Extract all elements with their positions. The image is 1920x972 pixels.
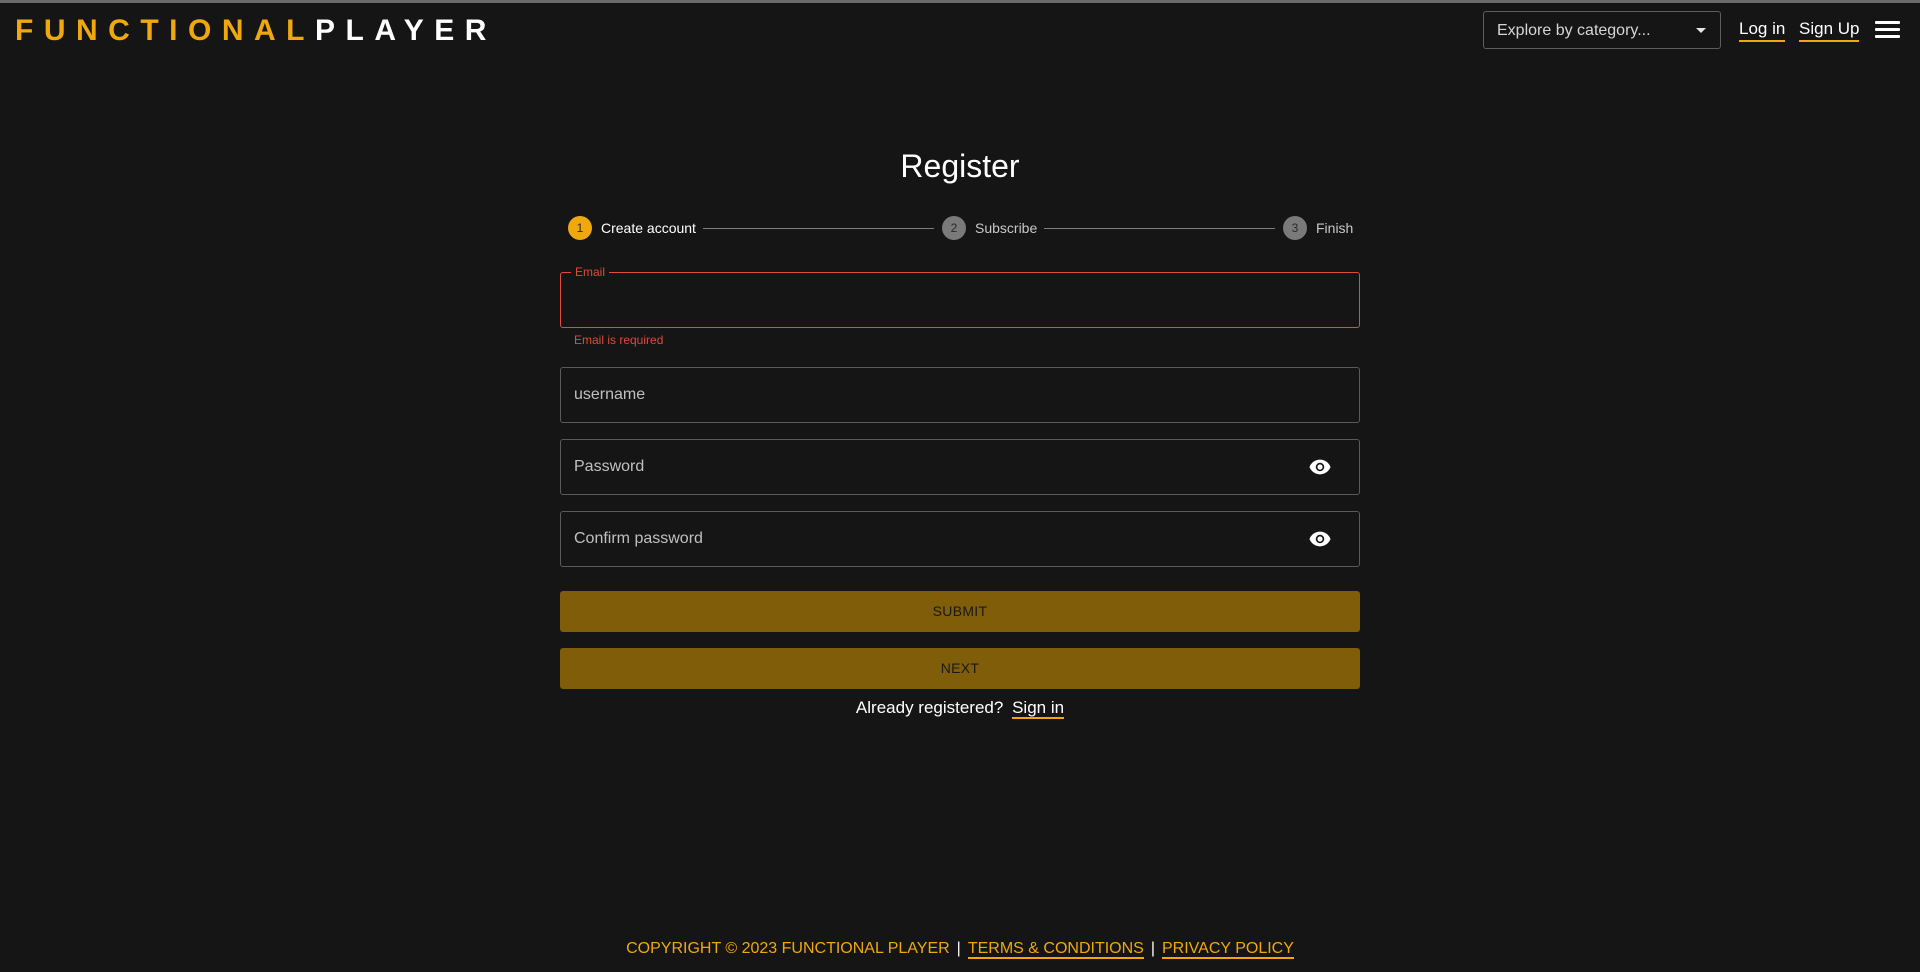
logo-part-player: PLAYER xyxy=(314,14,497,47)
step-connector xyxy=(1044,228,1275,229)
step-connector xyxy=(703,228,934,229)
already-registered-text: Already registered? xyxy=(855,698,1004,717)
footer-separator: | xyxy=(956,940,961,957)
step-label: Subscribe xyxy=(975,220,1038,236)
signin-link[interactable]: Sign in xyxy=(1012,698,1065,719)
copyright-text: COPYRIGHT © 2023 FUNCTIONAL PLAYER xyxy=(626,940,950,957)
eye-icon[interactable] xyxy=(1309,458,1331,476)
already-registered-row: Already registered? Sign in xyxy=(0,697,1920,719)
email-error-text: Email is required xyxy=(574,333,664,347)
step-label: Finish xyxy=(1316,220,1354,236)
page-title: Register xyxy=(900,148,1020,184)
terms-link[interactable]: TERMS & CONDITIONS xyxy=(967,940,1144,959)
privacy-link[interactable]: PRIVACY POLICY xyxy=(1162,940,1294,959)
username-field[interactable]: username xyxy=(560,367,1360,423)
hamburger-menu-icon[interactable] xyxy=(1875,21,1900,39)
step-finish: 3 Finish xyxy=(1283,216,1353,240)
password-placeholder: Password xyxy=(574,458,645,475)
login-link[interactable]: Log in xyxy=(1739,19,1786,42)
email-field[interactable]: Email xyxy=(560,265,1360,328)
stepper: 1 Create account 2 Subscribe 3 Finish xyxy=(568,216,1354,240)
category-select[interactable]: Explore by category... xyxy=(1483,11,1721,49)
step-number: 1 xyxy=(568,216,592,240)
signup-link[interactable]: Sign Up xyxy=(1799,19,1860,42)
confirm-password-placeholder: Confirm password xyxy=(574,530,703,547)
step-number: 2 xyxy=(942,216,966,240)
footer-separator: | xyxy=(1150,940,1155,957)
logo[interactable]: FUNCTIONALPLAYER xyxy=(15,14,497,48)
email-label: Email xyxy=(571,265,610,279)
next-button[interactable]: NEXT xyxy=(560,648,1360,689)
eye-icon[interactable] xyxy=(1309,530,1331,548)
confirm-password-field[interactable]: Confirm password xyxy=(560,511,1360,567)
logo-part-functional: FUNCTIONAL xyxy=(15,14,315,47)
footer: COPYRIGHT © 2023 FUNCTIONAL PLAYER | TERMS… xyxy=(0,939,1920,959)
step-label: Create account xyxy=(601,220,696,236)
top-border xyxy=(0,0,1920,3)
submit-button[interactable]: SUBMIT xyxy=(560,591,1360,632)
step-subscribe: 2 Subscribe xyxy=(942,216,1037,240)
category-select-value: Explore by category... xyxy=(1497,22,1651,39)
step-number: 3 xyxy=(1283,216,1307,240)
password-field[interactable]: Password xyxy=(560,439,1360,495)
chevron-down-icon xyxy=(1696,28,1706,33)
username-placeholder: username xyxy=(574,386,646,403)
step-create-account: 1 Create account xyxy=(568,216,696,240)
